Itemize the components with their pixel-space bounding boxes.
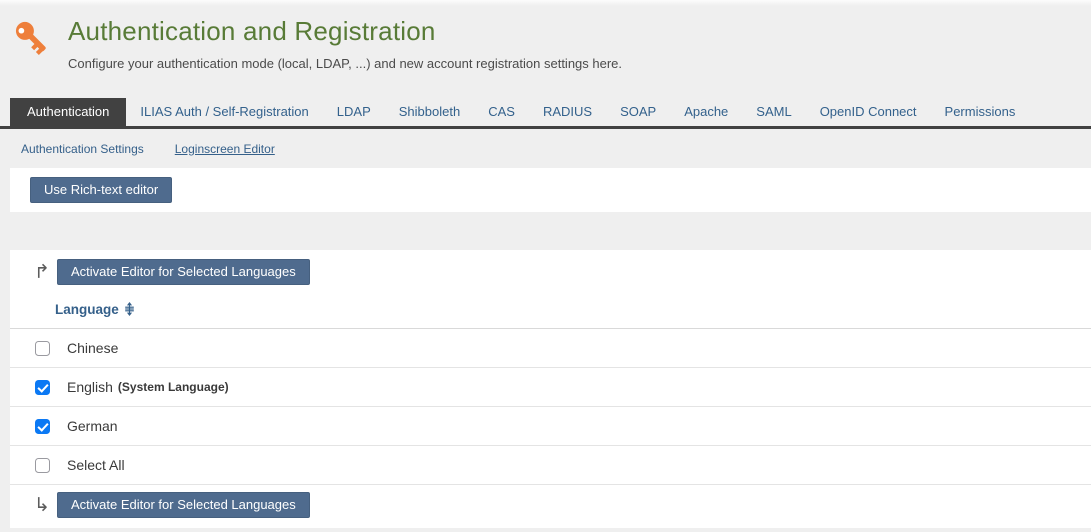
page-subtitle: Configure your authentication mode (loca… [68,56,1091,71]
table-row-chinese: Chinese [10,329,1091,368]
tab-cas[interactable]: CAS [474,98,529,126]
checkbox-select-all[interactable] [35,458,50,473]
tab-permissions[interactable]: Permissions [931,98,1030,126]
tab-shibboleth[interactable]: Shibboleth [385,98,474,126]
language-label: English [67,379,113,395]
checkbox-german[interactable] [35,419,50,434]
tab-radius[interactable]: RADIUS [529,98,606,126]
checkbox-english[interactable] [35,380,50,395]
use-rich-text-editor-button[interactable]: Use Rich-text editor [30,177,172,203]
tab-apache[interactable]: Apache [670,98,742,126]
language-column-header[interactable]: Language [55,300,135,319]
language-label: German [67,418,118,434]
language-label: Select All [67,457,125,473]
tab-openid-connect[interactable]: OpenID Connect [806,98,931,126]
page-title: Authentication and Registration [68,16,1091,47]
activate-editor-button-top[interactable]: Activate Editor for Selected Languages [57,259,310,285]
tab-soap[interactable]: SOAP [606,98,670,126]
table-header-row: Language [10,292,1091,329]
editor-mode-panel: Use Rich-text editor [10,168,1091,212]
table-row-english: English (System Language) [10,368,1091,407]
subtab-loginscreen-editor[interactable]: Loginscreen Editor [175,142,275,156]
subtab-authentication-settings[interactable]: Authentication Settings [21,142,144,156]
tab-authentication[interactable]: Authentication [10,98,126,126]
table-command-row-top: ↱ Activate Editor for Selected Languages [10,250,1091,292]
checkbox-chinese[interactable] [35,341,50,356]
authentication-settings-page: Authentication and Registration Configur… [0,0,1091,532]
language-column-label: Language [55,302,119,317]
apply-to-bottom-arrow-icon: ↳ [34,495,56,515]
system-language-note: (System Language) [118,380,229,394]
table-row-german: German [10,407,1091,446]
page-header: Authentication and Registration Configur… [0,6,1091,98]
activate-editor-button-bottom[interactable]: Activate Editor for Selected Languages [57,492,310,518]
table-command-row-bottom: ↳ Activate Editor for Selected Languages [10,485,1091,528]
language-label: Chinese [67,340,118,356]
tab-saml[interactable]: SAML [742,98,805,126]
subtab-bar: Authentication Settings Loginscreen Edit… [0,129,1091,168]
tab-ldap[interactable]: LDAP [323,98,385,126]
key-icon [12,18,52,58]
table-row-select-all: Select All [10,446,1091,485]
language-table: ↱ Activate Editor for Selected Languages… [10,250,1091,528]
panel-gap [0,212,1091,250]
tab-bar: Authentication ILIAS Auth / Self-Registr… [0,98,1091,129]
sort-icon[interactable] [124,302,135,319]
tab-ilias-auth-self-registration[interactable]: ILIAS Auth / Self-Registration [126,98,322,126]
apply-to-top-arrow-icon: ↱ [34,262,56,282]
